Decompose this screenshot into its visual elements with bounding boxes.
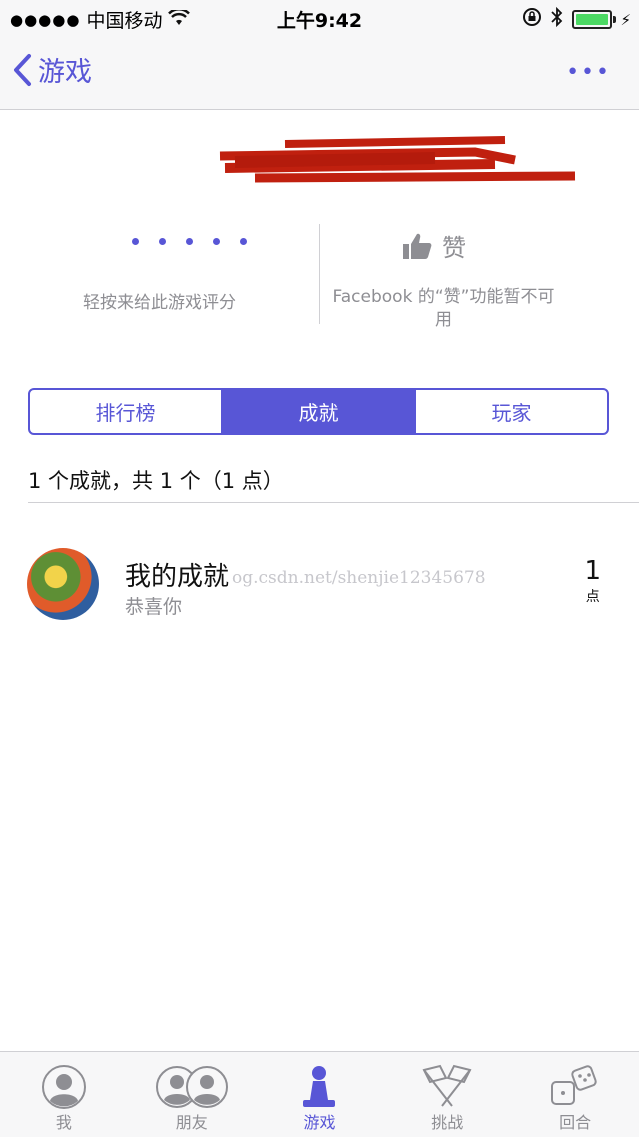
tab-achievements[interactable]: 成就	[221, 390, 414, 433]
tabbar-item-me[interactable]: 我	[0, 1052, 128, 1137]
chevron-left-icon	[14, 53, 31, 86]
rating-dot-icon[interactable]	[240, 238, 247, 245]
rating-dot-icon[interactable]	[159, 238, 166, 245]
tabbar-item-challenges[interactable]: 挑战	[383, 1052, 511, 1137]
like-label: 赞	[442, 234, 466, 262]
divider	[28, 502, 639, 503]
tabbar-label: 挑战	[431, 1113, 464, 1132]
tab-leaderboard[interactable]: 排行榜	[30, 390, 221, 433]
tabbar-label: 朋友	[175, 1113, 208, 1132]
points-value: 1	[584, 556, 601, 586]
more-options-button[interactable]: •••	[566, 60, 611, 85]
rating-dots[interactable]	[132, 238, 247, 245]
achievement-subtitle: 恭喜你	[125, 596, 183, 618]
tab-bar: 我 朋友 游戏 挑战 回合	[0, 1051, 639, 1137]
redacted-title-scribble	[219, 136, 576, 183]
navigation-bar: 游戏 •••	[0, 36, 639, 110]
person-icon	[41, 1065, 86, 1109]
section-tabs: 排行榜 成就 玩家	[28, 388, 609, 435]
flags-icon	[422, 1064, 472, 1107]
rating-label: 轻按来给此游戏评分	[83, 293, 236, 313]
achievement-points: 1 点	[584, 556, 601, 606]
tabbar-item-games[interactable]: 游戏	[256, 1052, 384, 1137]
tabbar-item-turns[interactable]: 回合	[511, 1052, 639, 1137]
status-bar: ●●●●● 中国移动 上午9:42 ⚡	[0, 0, 639, 36]
like-button: 赞	[402, 228, 466, 263]
list-item[interactable]: 我的成就 恭喜你 og.csdn.net/shenjie12345678 1 点	[0, 540, 639, 630]
bluetooth-icon	[550, 6, 564, 33]
battery-icon	[572, 10, 617, 29]
tabbar-label: 我	[55, 1113, 72, 1132]
back-button[interactable]: 游戏	[12, 50, 92, 89]
game-piece-icon	[303, 1066, 336, 1107]
rating-dot-icon[interactable]	[213, 238, 220, 245]
dice-icon	[551, 1065, 597, 1105]
rotation-lock-icon	[522, 7, 542, 32]
achievement-image	[27, 548, 99, 620]
charging-icon: ⚡	[620, 10, 631, 29]
tab-players[interactable]: 玩家	[414, 390, 607, 433]
watermark: og.csdn.net/shenjie12345678	[232, 568, 486, 588]
like-unavailable-note: Facebook 的“赞”功能暂不可用	[332, 287, 555, 330]
thumbs-up-icon	[403, 233, 432, 259]
points-unit: 点	[585, 589, 600, 605]
rating-dot-icon[interactable]	[132, 238, 139, 245]
back-button-label: 游戏	[38, 57, 92, 88]
tabbar-label: 游戏	[303, 1113, 336, 1132]
achievement-title: 我的成就	[125, 562, 230, 592]
achievement-summary: 1 个成就，共 1 个（1 点）	[28, 469, 284, 493]
rating-dot-icon[interactable]	[186, 238, 193, 245]
tabbar-item-friends[interactable]: 朋友	[128, 1052, 256, 1137]
tabbar-label: 回合	[559, 1113, 592, 1132]
rating-section[interactable]: 轻按来给此游戏评分	[0, 224, 319, 334]
friends-icon	[155, 1066, 228, 1108]
like-section: 赞 Facebook 的“赞”功能暂不可用	[320, 224, 639, 334]
